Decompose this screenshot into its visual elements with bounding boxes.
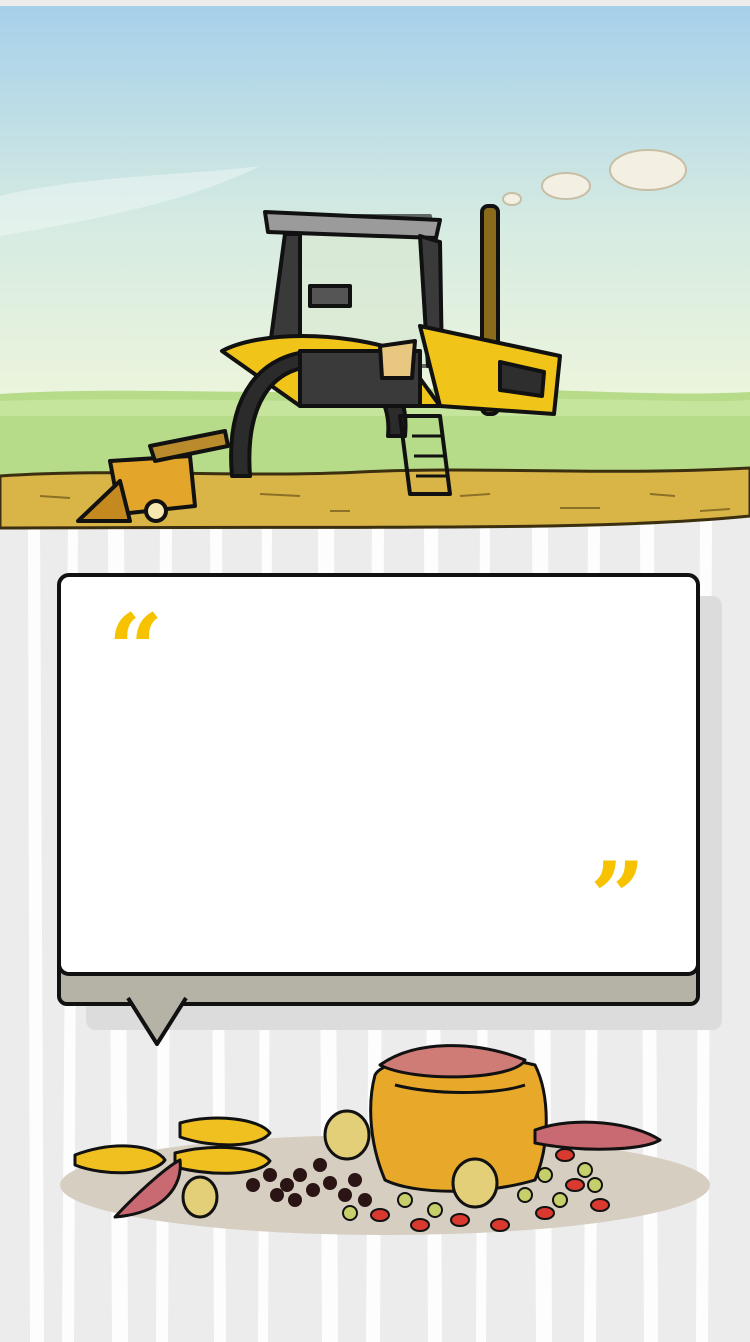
produce-illustration <box>60 1044 710 1235</box>
close-quote-icon: ” <box>590 841 646 954</box>
open-quote-icon: “ <box>108 593 164 706</box>
tractor-field-illustration <box>0 6 750 530</box>
